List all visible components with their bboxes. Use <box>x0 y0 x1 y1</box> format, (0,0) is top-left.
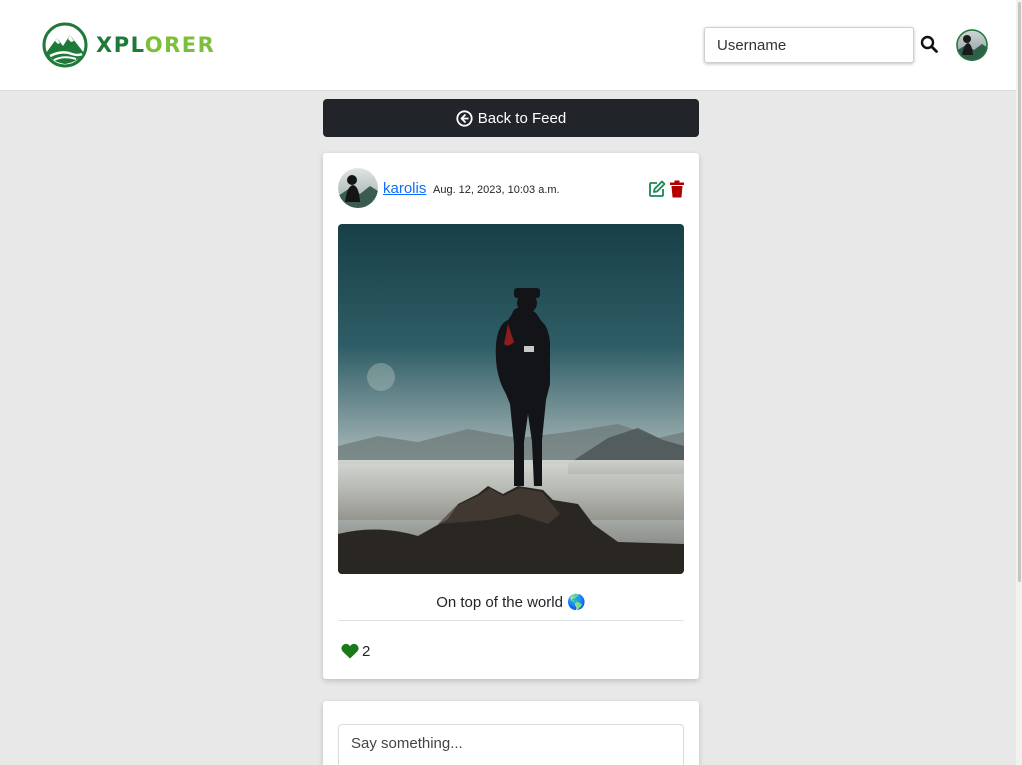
navbar: XPLORER <box>0 0 1022 91</box>
like-count: 2 <box>362 643 371 660</box>
username-search-input[interactable] <box>704 27 914 63</box>
comment-input[interactable] <box>338 724 684 765</box>
post-author-link[interactable]: karolis <box>383 180 426 197</box>
scrollbar-thumb[interactable] <box>1018 2 1021 582</box>
post-image[interactable] <box>338 224 684 574</box>
search-button[interactable] <box>918 34 940 56</box>
edit-post-button[interactable] <box>648 180 666 198</box>
post-caption: On top of the world 🌎 <box>436 594 586 611</box>
back-to-feed-label: Back to Feed <box>477 109 567 127</box>
mountain-logo-icon <box>42 22 88 68</box>
comment-card <box>323 701 699 765</box>
brand-name-part1: XPL <box>96 33 145 57</box>
user-avatar[interactable] <box>956 29 988 61</box>
like-button[interactable] <box>341 643 361 661</box>
avatar-image <box>956 29 988 61</box>
circle-arrow-left-icon <box>456 109 473 127</box>
caption-divider <box>338 620 684 621</box>
heart-icon <box>341 643 359 659</box>
scrollbar[interactable] <box>1016 0 1022 765</box>
back-to-feed-button[interactable]: Back to Feed <box>323 99 699 137</box>
post-timestamp: Aug. 12, 2023, 10:03 a.m. <box>433 184 560 196</box>
post-author-avatar[interactable] <box>338 168 378 208</box>
trash-icon <box>670 180 684 198</box>
author-avatar-image <box>338 168 378 208</box>
hiker-on-mountain-photo <box>338 224 684 574</box>
brand-logo[interactable]: XPLORER <box>42 22 215 68</box>
search-icon <box>920 35 938 53</box>
brand-name: XPLORER <box>96 22 215 68</box>
post-card: karolis Aug. 12, 2023, 10:03 a.m. On top… <box>323 153 699 679</box>
delete-post-button[interactable] <box>669 180 685 198</box>
brand-name-part2: ORER <box>144 33 216 57</box>
edit-icon <box>649 180 666 197</box>
